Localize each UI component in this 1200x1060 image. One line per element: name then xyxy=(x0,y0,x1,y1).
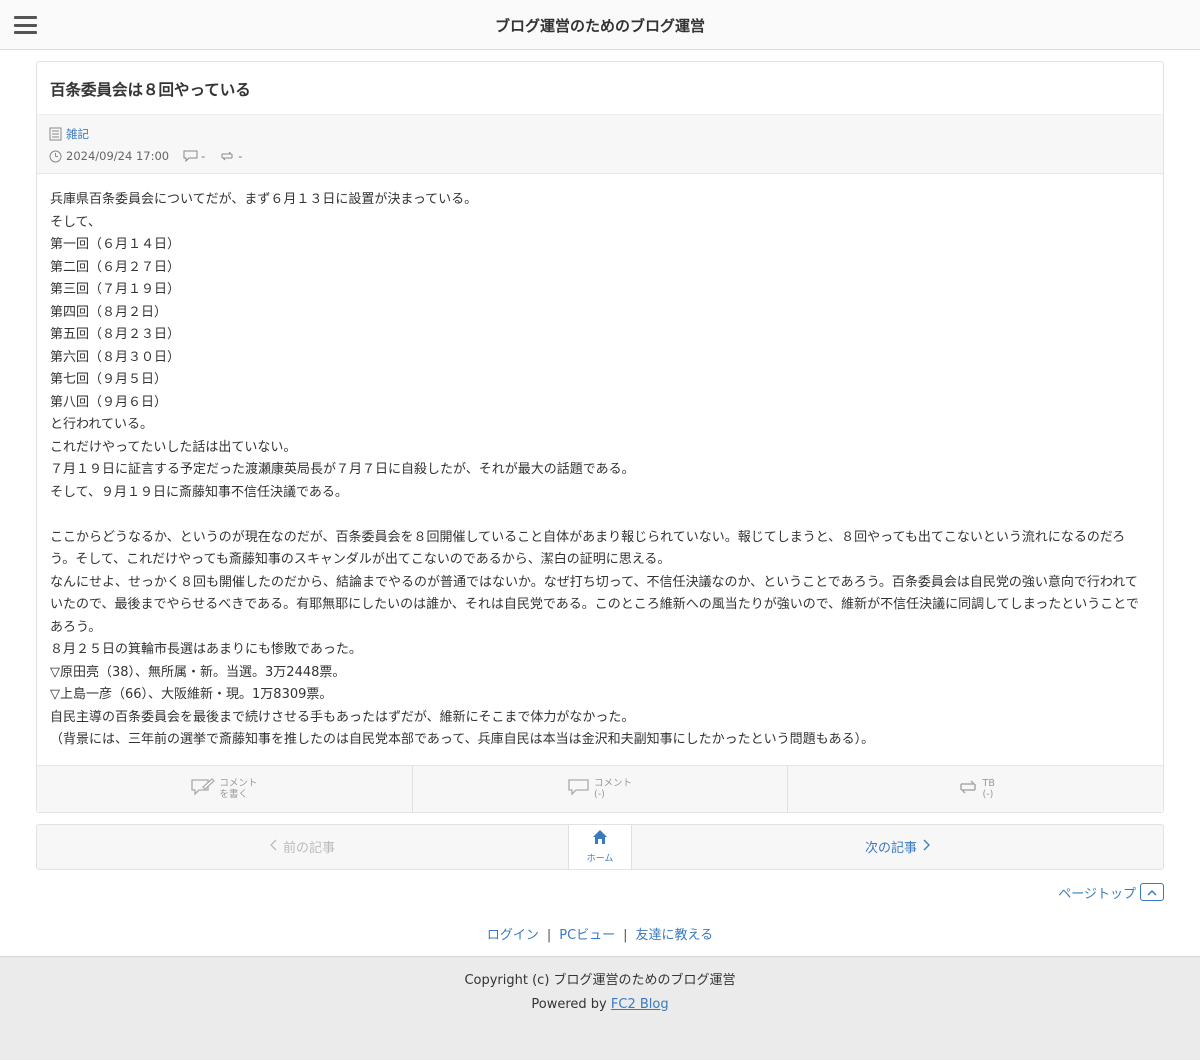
chevron-left-icon xyxy=(270,839,277,855)
pc-view-link[interactable]: PCビュー xyxy=(559,928,615,943)
body-paragraph: そして、９月１９日に斎藤知事不信任決議である。 xyxy=(50,484,348,500)
trackback-icon[interactable] xyxy=(219,150,235,162)
article-title: 百条委員会は８回やっている xyxy=(37,62,1163,115)
comment-icon[interactable] xyxy=(183,150,198,162)
home-icon xyxy=(592,829,608,849)
trackback-count[interactable]: - xyxy=(238,149,242,163)
body-paragraph: なんにせよ、せっかく８回も開催したのだから、結論までやるのが普通ではないか。なぜ… xyxy=(50,574,1139,635)
home-button[interactable]: ホーム xyxy=(568,824,632,869)
footer-links: ログイン | PCビュー | 友達に教える xyxy=(486,927,714,943)
body-paragraph: 第二回（６月２７日） xyxy=(50,259,181,275)
page-top-link[interactable]: ページトップ xyxy=(36,883,1164,902)
chevron-up-icon[interactable] xyxy=(1140,883,1164,901)
body-paragraph: これだけやってたいした話は出ていない。 xyxy=(50,439,297,455)
body-paragraph xyxy=(50,504,1150,527)
pencil-comment-icon xyxy=(191,777,216,800)
body-paragraph: 第五回（８月２３日） xyxy=(50,327,181,342)
article-actions: コメント を書く コメント (-) TB (-) xyxy=(37,764,1163,812)
comments-button[interactable]: コメント (-) xyxy=(413,765,789,812)
body-paragraph: 第七回（９月５日） xyxy=(50,372,168,387)
body-paragraph: ７月１９日に証言する予定だった渡瀬康英局長が７月７日に自殺したが、それが最大の話… xyxy=(50,462,635,477)
trackbacks-button[interactable]: TB (-) xyxy=(788,766,1163,812)
body-paragraph: 第六回（８月３０日） xyxy=(50,349,181,365)
category-link[interactable]: 雑記 xyxy=(66,126,89,142)
copyright: Copyright (c) ブログ運営のためのブログ運営 xyxy=(464,972,736,988)
article-meta: 雑記 2024/09/24 17:00 - - xyxy=(37,115,1163,174)
body-paragraph: 自民主導の百条委員会を最後まで続けさせる手もあったはずだが、維新にそこまで体力が… xyxy=(50,709,635,725)
article-pager: 前の記事 ホーム 次の記事 xyxy=(36,823,1164,870)
clock-icon xyxy=(49,150,62,163)
body-paragraph: ▽上島一彦（66）、大阪維新・現。1万8309票。 xyxy=(50,687,333,702)
comment-count[interactable]: - xyxy=(201,149,205,163)
article-body: 兵庫県百条委員会についてだが、まず６月１３日に設置が決まっている。 そして、第一回… xyxy=(37,174,1163,765)
body-paragraph: 第一回（６月１４日） xyxy=(50,237,181,252)
body-paragraph: 第八回（９月６日） xyxy=(50,394,168,410)
prev-article-button[interactable]: 前の記事 xyxy=(37,825,568,869)
write-comment-button[interactable]: コメント を書く xyxy=(37,765,413,812)
footer: Copyright (c) ブログ運営のためのブログ運営 Powered by … xyxy=(0,955,1200,1060)
body-paragraph: ここからどうなるか、というのが現在なのだが、百条委員会を８回開催していること自体… xyxy=(50,529,1126,568)
body-paragraph: ８月２５日の箕輪市長選はあまりにも惨敗であった。 xyxy=(50,642,362,657)
powered-by: Powered by FC2 Blog xyxy=(531,996,669,1012)
tell-friend-link[interactable]: 友達に教える xyxy=(636,928,714,943)
fc2-blog-link[interactable]: FC2 Blog xyxy=(611,997,669,1012)
category-icon xyxy=(49,127,62,141)
chevron-right-icon xyxy=(923,839,930,855)
body-paragraph: 第三回（７月１９日） xyxy=(50,282,181,297)
post-datetime: 2024/09/24 17:00 xyxy=(66,149,170,163)
body-paragraph: 兵庫県百条委員会についてだが、まず６月１３日に設置が決まっている。 xyxy=(50,192,478,207)
blog-title[interactable]: ブログ運営のためのブログ運営 xyxy=(0,15,1200,36)
trackback-icon xyxy=(957,779,979,799)
body-paragraph: （背景には、三年前の選挙で斎藤知事を推したのは自民党本部であって、兵庫自民は本当… xyxy=(50,732,875,747)
body-paragraph: と行われている。 xyxy=(50,417,153,432)
next-article-button[interactable]: 次の記事 xyxy=(632,825,1163,869)
body-paragraph: 第四回（８月２日） xyxy=(50,304,168,320)
login-link[interactable]: ログイン xyxy=(487,928,539,943)
body-paragraph: ▽原田亮（38）、無所属・新。当選。3万2448票。 xyxy=(50,664,346,680)
header: ブログ運営のためのブログ運営 xyxy=(0,0,1200,50)
comment-icon xyxy=(568,778,590,800)
article: 百条委員会は８回やっている 雑記 2024/09/24 17:00 - - 兵庫… xyxy=(36,61,1164,813)
body-paragraph: そして、 xyxy=(50,214,101,230)
